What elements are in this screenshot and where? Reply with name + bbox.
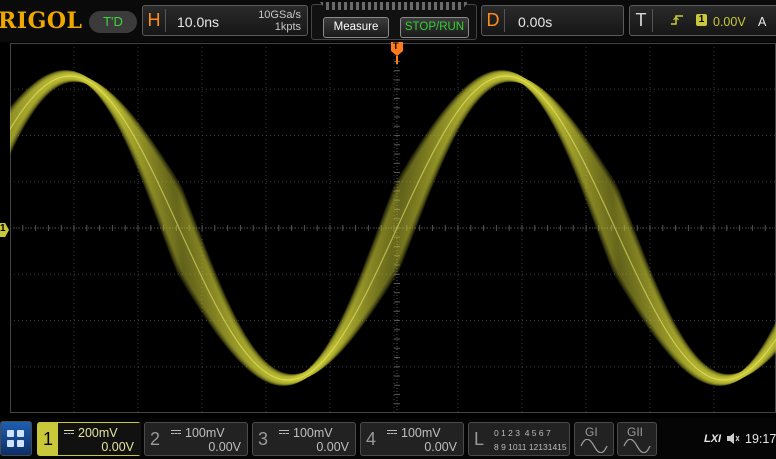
stop-run-button[interactable]: STOP/RUN xyxy=(400,17,469,38)
generator-2-panel[interactable]: GII xyxy=(617,422,657,456)
generator-1-panel[interactable]: GI xyxy=(574,422,614,456)
top-status-bar: RIGOL T'D H 10.0ns 10GSa/s 1kpts Measure… xyxy=(0,0,776,42)
channel-1-number: 1 xyxy=(38,423,58,455)
timebase-value: 10.0ns xyxy=(177,14,220,30)
logic-channels-row1: 0 1 2 3 4 5 6 7 xyxy=(494,428,551,438)
trigger-panel[interactable]: T 1 0.00V A xyxy=(629,5,776,36)
channel-1-panel[interactable]: 1 200mV 0.00V xyxy=(37,422,141,456)
trigger-mode: A xyxy=(758,15,767,29)
trigger-source-badge: 1 xyxy=(696,14,707,26)
horizontal-panel[interactable]: H 10.0ns 10GSa/s 1kpts xyxy=(142,5,308,36)
start-menu-button[interactable] xyxy=(0,421,32,456)
channel-3-panel[interactable]: 3 100mV 0.00V xyxy=(252,422,356,456)
channel-3-number: 3 xyxy=(257,429,268,449)
logic-analyzer-panel[interactable]: L 0 1 2 3 4 5 6 7 8 9 1011 12131415 xyxy=(468,422,570,456)
measure-button[interactable]: Measure xyxy=(323,17,389,38)
delay-value: 0.00s xyxy=(518,14,553,30)
lxi-logo: LXI xyxy=(704,433,722,445)
sine-wave-icon xyxy=(580,439,608,453)
menu-handle[interactable] xyxy=(320,2,468,10)
channel-2-offset: 0.00V xyxy=(208,440,241,454)
waveform-display[interactable] xyxy=(10,43,776,413)
channel-4-number: 4 xyxy=(365,429,376,449)
ch1-marker-label: 1 xyxy=(0,223,6,234)
channel-1-offset: 0.00V xyxy=(101,440,134,454)
ch1-offset-marker[interactable]: 1 xyxy=(0,223,9,237)
memory-depth: 1kpts xyxy=(274,21,301,33)
channel-4-scale: 100mV xyxy=(387,426,441,440)
grid-menu-icon xyxy=(7,430,24,447)
trigger-level: 0.00V xyxy=(713,15,746,29)
channel-2-scale: 100mV xyxy=(171,426,225,440)
channel-1-scale: 200mV xyxy=(64,426,118,440)
generator-1-label: GI xyxy=(585,425,598,439)
speaker-icon[interactable] xyxy=(726,432,740,445)
logic-channels-row2: 8 9 1011 12131415 xyxy=(494,442,567,452)
bottom-status-bar: 1 200mV 0.00V 2 100mV 0.00V 3 100mV 0.00… xyxy=(0,418,776,459)
channel-3-offset: 0.00V xyxy=(316,440,349,454)
channel-2-panel[interactable]: 2 100mV 0.00V xyxy=(144,422,248,456)
horizontal-letter: H xyxy=(147,10,161,30)
rising-edge-icon xyxy=(671,15,683,25)
trigger-status-badge: T'D xyxy=(89,11,137,33)
sample-rate: 10GSa/s xyxy=(258,9,301,21)
logic-letter: L xyxy=(473,429,484,449)
delay-letter: D xyxy=(486,10,500,30)
rigol-logo: RIGOL xyxy=(0,8,83,34)
trigger-letter: T xyxy=(635,10,647,30)
clock: 19:17 xyxy=(745,432,776,446)
channel-3-scale: 100mV xyxy=(279,426,333,440)
trigger-position-marker[interactable]: T xyxy=(391,41,403,64)
channel-4-offset: 0.00V xyxy=(424,440,457,454)
trigger-marker-label: T xyxy=(393,41,399,51)
channel-4-panel[interactable]: 4 100mV 0.00V xyxy=(360,422,464,456)
delay-panel[interactable]: D 0.00s xyxy=(481,5,624,36)
sine-wave-icon xyxy=(623,439,651,453)
generator-2-label: GII xyxy=(627,425,644,439)
channel-2-number: 2 xyxy=(149,429,160,449)
